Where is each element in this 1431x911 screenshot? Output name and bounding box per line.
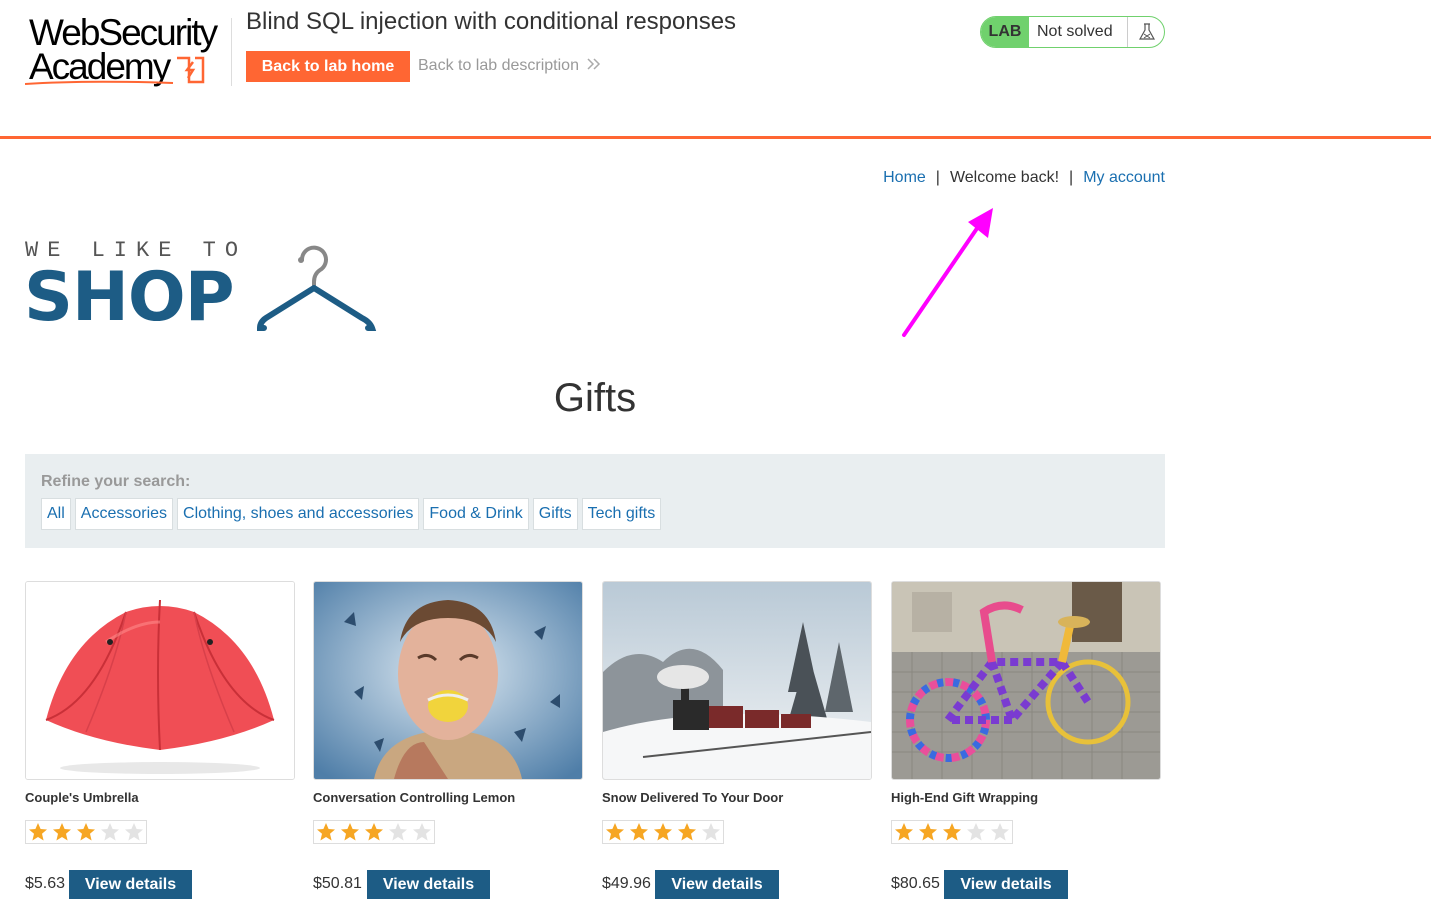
product-price: $80.65 — [891, 875, 940, 892]
filter-label: Refine your search: — [41, 473, 191, 490]
star-empty-icon — [98, 821, 122, 843]
filter-list: All Accessories Clothing, shoes and acce… — [41, 498, 662, 530]
product-price: $50.81 — [313, 875, 362, 892]
star-empty-icon — [988, 821, 1012, 843]
product-name: Snow Delivered To Your Door — [602, 790, 784, 805]
product-name: High-End Gift Wrapping — [891, 790, 1039, 805]
product-rating — [313, 820, 435, 844]
star-empty-icon — [122, 821, 146, 843]
back-to-lab-description-link[interactable]: Back to lab description — [418, 57, 601, 75]
product-price: $49.96 — [602, 875, 651, 892]
umbrella-illustration — [26, 582, 294, 779]
star-filled-icon — [314, 821, 338, 843]
star-empty-icon — [964, 821, 988, 843]
yarn-bombed-bicycle-image[interactable] — [891, 581, 1161, 780]
product-rating — [602, 820, 724, 844]
nav-home-link[interactable]: Home — [883, 169, 926, 186]
double-chevron-right-icon — [587, 58, 601, 70]
back-to-lab-home-button[interactable]: Back to lab home — [246, 51, 410, 82]
nav-separator: | — [935, 169, 940, 186]
star-empty-icon — [699, 821, 723, 843]
welcome-message: Welcome back! — [949, 169, 1060, 186]
filter-clothing-shoes-accessories[interactable]: Clothing, shoes and accessories — [177, 498, 420, 530]
star-empty-icon — [410, 821, 434, 843]
lab-badge: LAB — [981, 17, 1029, 47]
red-umbrella-image[interactable] — [25, 581, 295, 780]
star-filled-icon — [26, 821, 50, 843]
product-card: Couple's Umbrella $5.63 View details — [25, 581, 295, 899]
lab-status-widget: LAB Not solved — [980, 16, 1165, 48]
nav-separator: | — [1069, 169, 1074, 186]
view-details-button[interactable]: View details — [655, 870, 779, 899]
filter-all[interactable]: All — [41, 498, 71, 530]
product-card: Conversation Controlling Lemon $50.81 Vi… — [313, 581, 583, 899]
train-illustration — [603, 582, 871, 779]
product-card: Snow Delivered To Your Door $49.96 View … — [602, 581, 872, 899]
snowy-train-image[interactable] — [602, 581, 872, 780]
top-nav: Home | Welcome back! | My account — [883, 169, 1165, 187]
product-name: Couple's Umbrella — [25, 790, 139, 805]
hanger-icon — [256, 245, 377, 331]
web-security-academy-logo[interactable]: WebSecurity Academy — [25, 12, 230, 86]
shop-logo[interactable]: WE LIKE TO SHOP — [24, 238, 384, 338]
star-filled-icon — [892, 821, 916, 843]
nav-my-account-link[interactable]: My account — [1083, 169, 1165, 186]
logo-underline — [25, 80, 174, 85]
academy-header: WebSecurity Academy Blind SQL injection … — [0, 0, 1431, 139]
page-title: Gifts — [553, 376, 637, 420]
bicycle-illustration — [892, 582, 1160, 779]
view-details-button[interactable]: View details — [69, 870, 192, 899]
star-filled-icon — [50, 821, 74, 843]
star-filled-icon — [627, 821, 651, 843]
star-filled-icon — [940, 821, 964, 843]
lightning-logo-icon — [177, 56, 205, 84]
lab-status-text: Not solved — [1037, 23, 1113, 40]
filter-food-drink[interactable]: Food & Drink — [423, 498, 529, 530]
shop-wordmark: SHOP — [24, 258, 235, 337]
filter-panel: Refine your search: All Accessories Clot… — [25, 454, 1165, 548]
view-details-button[interactable]: View details — [944, 870, 1068, 899]
star-filled-icon — [651, 821, 675, 843]
product-price: $5.63 — [25, 875, 66, 892]
lemon-illustration — [314, 582, 582, 779]
flask-icon — [1139, 23, 1155, 40]
product-rating — [25, 820, 147, 844]
product-card: High-End Gift Wrapping $80.65 View detai… — [891, 581, 1161, 899]
man-biting-lemon-image[interactable] — [313, 581, 583, 780]
star-filled-icon — [603, 821, 627, 843]
star-filled-icon — [74, 821, 98, 843]
star-empty-icon — [386, 821, 410, 843]
star-filled-icon — [916, 821, 940, 843]
star-filled-icon — [675, 821, 699, 843]
product-name: Conversation Controlling Lemon — [313, 790, 516, 805]
filter-tech-gifts[interactable]: Tech gifts — [581, 498, 662, 530]
flask-button[interactable] — [1127, 17, 1164, 47]
filter-accessories[interactable]: Accessories — [74, 498, 174, 530]
filter-gifts[interactable]: Gifts — [532, 498, 578, 530]
back-to-lab-description-label: Back to lab description — [418, 57, 579, 74]
star-filled-icon — [362, 821, 386, 843]
lab-title: Blind SQL injection with conditional res… — [246, 8, 737, 35]
view-details-button[interactable]: View details — [367, 870, 490, 899]
product-rating — [891, 820, 1013, 844]
star-filled-icon — [338, 821, 362, 843]
header-divider — [231, 18, 232, 86]
